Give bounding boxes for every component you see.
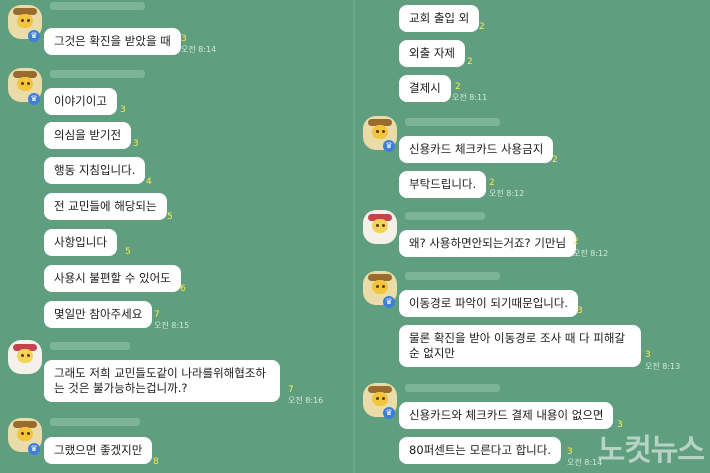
message-bubble[interactable]: 그것은 확진을 받았을 때 [44, 28, 181, 55]
crown-icon: ♛ [28, 93, 40, 105]
unread-count: 5 [125, 247, 131, 257]
message-bubble[interactable]: 왜? 사용하면안되는거죠? 기만님 [399, 230, 577, 257]
sender-name [405, 272, 500, 280]
unread-count: 3 [577, 306, 583, 316]
message-bubble[interactable]: 외출 자제 [399, 40, 465, 67]
unread-count: 3 [120, 105, 126, 115]
unread-count: 3 [181, 34, 187, 44]
crown-icon: ♛ [383, 407, 395, 419]
unread-count: 3 [133, 139, 139, 149]
unread-count: 2 [467, 57, 473, 67]
unread-count: 5 [167, 212, 173, 222]
unread-count: 7 [154, 310, 160, 320]
message-time: 오전 8:11 [452, 93, 488, 102]
message-time: 오전 8:12 [573, 249, 609, 258]
message-bubble[interactable]: 사용시 불편할 수 있어도 [44, 265, 181, 292]
crown-icon: ♛ [383, 140, 395, 152]
sender-name [50, 70, 145, 78]
message-time: 오전 8:14 [181, 45, 217, 54]
unread-count: 6 [180, 284, 186, 294]
message-time: 오전 8:16 [288, 396, 324, 405]
profile-avatar[interactable] [8, 340, 42, 374]
sender-name [405, 212, 485, 220]
unread-count: 2 [455, 82, 461, 92]
unread-count: 2 [479, 22, 485, 32]
message-bubble[interactable]: 부탁드립니다. [399, 171, 487, 198]
unread-count: 3 [567, 447, 573, 457]
sender-name [405, 118, 500, 126]
message-bubble[interactable]: 그래도 저희 교민들도같이 나라를위해협조하는 것은 불가능하는겁니까.? [44, 360, 280, 402]
sender-name [50, 418, 140, 426]
message-bubble[interactable]: 이야기이고 [44, 88, 117, 115]
unread-count: 3 [645, 350, 651, 360]
unread-count: 8 [153, 457, 159, 467]
chat-panel-left: ♛ 그것은 확진을 받았을 때 3 오전 8:14 ♛ 이야기이고 3 의심을 … [0, 0, 355, 473]
message-bubble[interactable]: 신용카드와 체크카드 결제 내용이 없으면 [399, 402, 614, 429]
message-bubble[interactable]: 물론 확진을 받아 이동경로 조사 때 다 피해갈 순 없지만 [399, 325, 641, 367]
sender-name [405, 384, 500, 392]
message-bubble[interactable]: 행동 지침입니다. [44, 157, 146, 184]
unread-count: 4 [146, 177, 152, 187]
crown-icon: ♛ [28, 30, 40, 42]
message-time: 오전 8:12 [489, 189, 525, 198]
message-time: 오전 8:13 [645, 362, 681, 371]
message-bubble[interactable]: 그랬으면 좋겠지만 [44, 437, 153, 464]
message-bubble[interactable]: 신용카드 체크카드 사용금지 [399, 136, 554, 163]
profile-avatar[interactable] [363, 210, 397, 244]
message-bubble[interactable]: 결제시 [399, 75, 451, 102]
crown-icon: ♛ [28, 443, 40, 455]
unread-count: 7 [288, 385, 294, 395]
sender-name [50, 342, 130, 350]
unread-count: 2 [489, 178, 495, 188]
sender-name [50, 2, 145, 10]
unread-count: 2 [573, 237, 579, 247]
message-bubble[interactable]: 이동경로 파악이 되기때문입니다. [399, 290, 579, 317]
unread-count: 2 [552, 155, 558, 165]
message-bubble[interactable]: 80퍼센트는 모른다고 합니다. [399, 437, 561, 464]
crown-icon: ♛ [383, 296, 395, 308]
message-bubble[interactable]: 교회 출입 외 [399, 5, 480, 32]
message-bubble[interactable]: 의심을 받기전 [44, 122, 132, 149]
message-bubble[interactable]: 몇일만 참아주세요 [44, 301, 153, 328]
message-bubble[interactable]: 사항입니다 [44, 229, 117, 256]
watermark-logo: 노컷뉴스 [597, 433, 705, 468]
message-bubble[interactable]: 전 교민들에 해당되는 [44, 193, 167, 220]
chat-panel-right: 교회 출입 외 2 외출 자제 2 결제시 2 오전 8:11 ♛ 신용카드 체… [355, 0, 710, 473]
message-time: 오전 8:15 [154, 321, 190, 330]
